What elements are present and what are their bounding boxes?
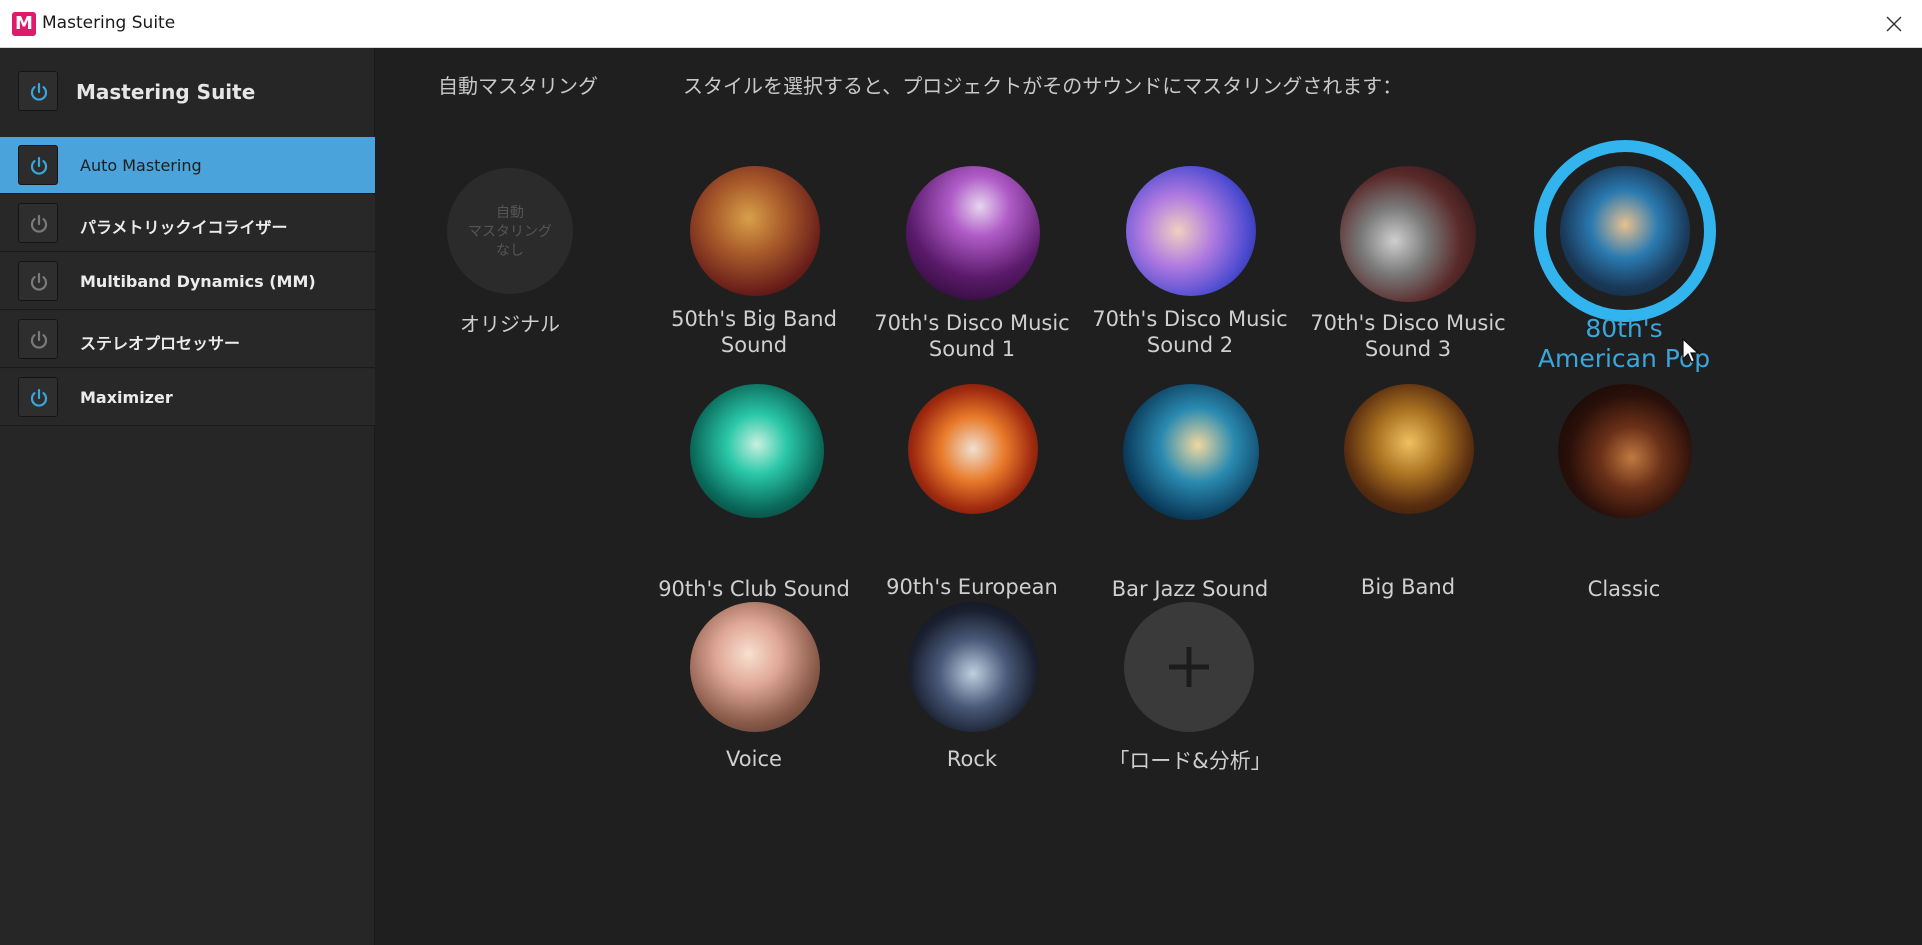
parametric-eq-power-button[interactable] <box>18 203 58 243</box>
power-icon <box>30 214 48 233</box>
power-icon <box>30 82 48 101</box>
sidebar-item-stereo-processor[interactable]: ステレオプロセッサー <box>0 311 375 368</box>
multiband-power-button[interactable] <box>18 261 58 301</box>
no-mastering-button[interactable]: 自動 マスタリング なし <box>447 168 573 294</box>
stereo-power-button[interactable] <box>18 319 58 359</box>
power-icon <box>30 272 48 291</box>
style-thumbnail <box>1340 166 1476 302</box>
style-label: 90th's Club Sound <box>658 577 850 601</box>
style-label: 70th's Disco Music Sound 2 <box>1092 307 1288 357</box>
sidebar-item-maximizer[interactable]: Maximizer <box>0 369 375 426</box>
load-analyze-label: 「ロード&分析」 <box>1108 749 1272 773</box>
mouse-cursor-icon <box>1682 338 1700 363</box>
plus-icon <box>1169 647 1209 687</box>
master-power-button[interactable] <box>18 71 58 111</box>
maximizer-power-button[interactable] <box>18 377 58 417</box>
sidebar-item-label: Auto Mastering <box>80 156 202 175</box>
original-label: オリジナル <box>460 312 560 336</box>
app-body: Mastering Suite Auto Mastering パラメトリックイコ… <box>0 48 1922 945</box>
sidebar-item-label: パラメトリックイコライザー <box>80 218 288 237</box>
sidebar-title: Mastering Suite <box>76 80 256 104</box>
style-thumbnail <box>1560 166 1690 296</box>
style-label: Big Band <box>1360 575 1456 599</box>
power-icon <box>30 388 48 407</box>
sidebar-item-auto-mastering[interactable]: Auto Mastering <box>0 137 375 194</box>
auto-mastering-power-button[interactable] <box>18 145 58 185</box>
sidebar: Mastering Suite Auto Mastering パラメトリックイコ… <box>0 48 375 945</box>
style-thumbnail <box>690 384 824 518</box>
sidebar-item-parametric-eq[interactable]: パラメトリックイコライザー <box>0 195 375 252</box>
style-thumbnail <box>908 384 1038 514</box>
sidebar-item-label: Multiband Dynamics (MM) <box>80 272 316 291</box>
power-icon <box>30 156 48 175</box>
style-label: Rock <box>946 747 998 771</box>
style-thumbnail <box>1344 384 1474 514</box>
load-analyze-button[interactable] <box>1124 602 1254 732</box>
close-icon <box>1886 16 1902 32</box>
app-logo-letter: M <box>15 13 33 34</box>
style-thumbnail <box>1558 384 1692 518</box>
window-title: Mastering Suite <box>42 13 176 33</box>
section-heading: 自動マスタリング <box>438 74 598 98</box>
style-label: Bar Jazz Sound <box>1111 577 1269 601</box>
style-thumbnail <box>1123 384 1259 520</box>
window-titlebar: M Mastering Suite <box>0 0 1922 48</box>
style-thumbnail <box>908 602 1038 732</box>
sidebar-item-multiband-dynamics[interactable]: Multiband Dynamics (MM) <box>0 253 375 310</box>
style-thumbnail <box>690 602 820 732</box>
style-label: 70th's Disco Music Sound 3 <box>1310 311 1506 361</box>
sidebar-item-label: ステレオプロセッサー <box>80 334 241 353</box>
style-label: 50th's Big Band Sound <box>671 307 837 357</box>
style-label: 70th's Disco Music Sound 1 <box>874 311 1070 361</box>
close-button[interactable] <box>1866 0 1922 48</box>
style-thumbnail <box>1126 166 1256 296</box>
sidebar-header: Mastering Suite <box>0 48 375 136</box>
power-icon <box>30 330 48 349</box>
style-thumbnail <box>690 166 820 296</box>
no-mastering-text: 自動 マスタリング なし <box>468 205 552 259</box>
style-label: Classic <box>1587 577 1661 601</box>
style-thumbnail <box>906 166 1040 300</box>
style-label: Voice <box>726 747 782 771</box>
sidebar-item-label: Maximizer <box>80 388 173 407</box>
app-logo: M <box>12 12 36 36</box>
instruction-text: スタイルを選択すると、プロジェクトがそのサウンドにマスタリングされます： <box>683 74 1403 98</box>
